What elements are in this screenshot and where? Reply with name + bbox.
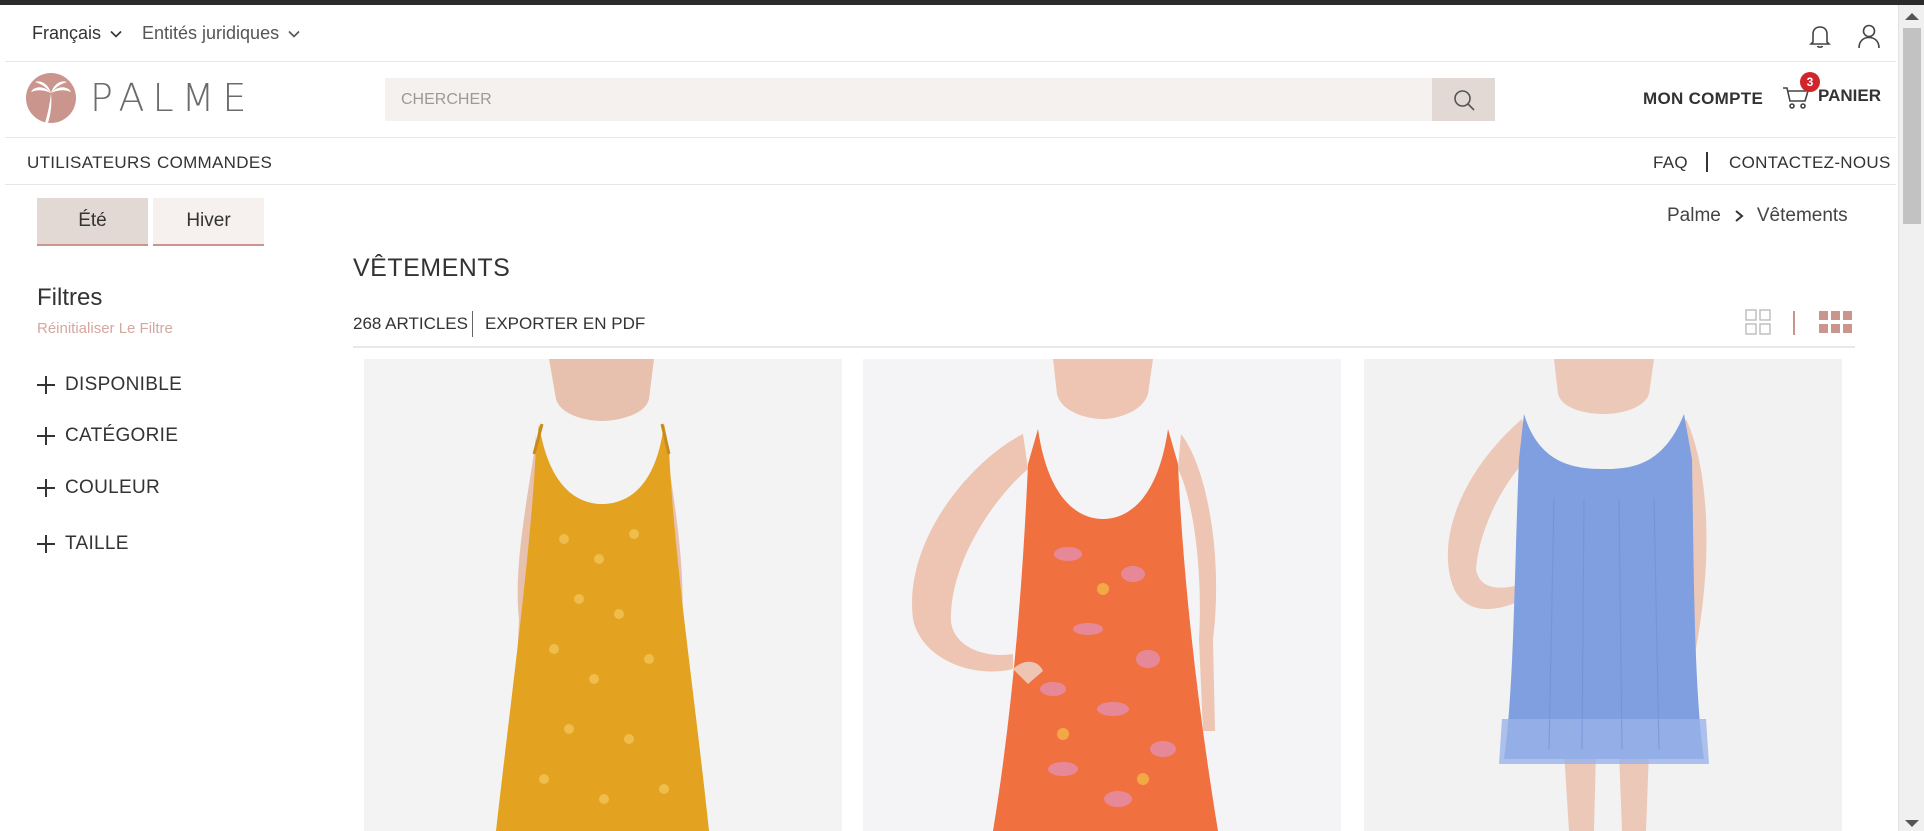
product-card-blue-layered-dress[interactable] [1364, 359, 1842, 831]
chevron-right-icon [1735, 210, 1744, 222]
breadcrumb-home[interactable]: Palme [1667, 205, 1721, 227]
search-button[interactable] [1432, 78, 1495, 121]
listing-toolbar: 268 ARTICLES EXPORTER EN PDF [353, 300, 1855, 348]
search-bar [385, 78, 1495, 121]
grid-view-3-icon[interactable] [1818, 308, 1854, 336]
breadcrumb: Palme Vêtements [1667, 205, 1848, 227]
product-image [863, 359, 1341, 831]
filter-color[interactable]: COULEUR [37, 477, 160, 499]
legal-entities-label: Entités juridiques [142, 23, 280, 43]
reset-filter-link[interactable]: Réinitialiser Le Filtre [37, 320, 173, 337]
filter-category[interactable]: CATÉGORIE [37, 425, 178, 447]
scroll-up-icon[interactable] [1905, 13, 1919, 20]
bell-icon[interactable] [1805, 21, 1835, 51]
palm-tree-icon [26, 73, 76, 123]
filter-label: CATÉGORIE [65, 425, 179, 446]
palme-logo[interactable]: PALME [26, 73, 254, 123]
season-tabs: Été Hiver [37, 198, 264, 246]
page-title: VÊTEMENTS [353, 254, 511, 282]
product-grid [353, 359, 1843, 831]
scroll-down-icon[interactable] [1905, 820, 1919, 827]
product-card-coral-slip-dress[interactable] [863, 359, 1341, 831]
tab-summer[interactable]: Été [37, 198, 148, 246]
language-label: Français [32, 23, 102, 43]
breadcrumb-current: Vêtements [1756, 205, 1848, 226]
user-icon[interactable] [1854, 21, 1884, 51]
nav-orders[interactable]: COMMANDES [157, 153, 272, 173]
legal-entities-dropdown[interactable]: Entités juridiques [142, 23, 301, 44]
chevron-down-icon [288, 30, 300, 38]
search-input[interactable] [385, 78, 1432, 121]
plus-icon [37, 427, 55, 445]
logo-text: PALME [90, 76, 255, 120]
filter-label: TAILLE [65, 533, 129, 554]
plus-icon [37, 376, 55, 394]
product-image [364, 359, 842, 831]
page-scrollbar[interactable] [1898, 5, 1924, 831]
filter-label: DISPONIBLE [65, 374, 183, 395]
tab-winter[interactable]: Hiver [153, 198, 264, 246]
filters-title: Filtres [37, 284, 103, 311]
view-toggle-divider [1793, 311, 1795, 335]
chevron-down-icon [110, 30, 122, 38]
product-card-orange-slip-dress[interactable] [364, 359, 842, 831]
language-dropdown[interactable]: Français [32, 23, 123, 44]
filter-label: COULEUR [65, 477, 161, 498]
search-icon [1453, 89, 1475, 111]
nav-contact[interactable]: CONTACTEZ-NOUS [1729, 153, 1891, 173]
site-header: PALME MON COMPTE 3 PANIER [5, 62, 1896, 138]
toolbar-divider [472, 311, 473, 337]
utility-bar: Français Entités juridiques [5, 5, 1896, 62]
cart-label: PANIER [1818, 86, 1881, 105]
filter-size[interactable]: TAILLE [37, 533, 129, 555]
product-image [1364, 359, 1842, 831]
nav-faq[interactable]: FAQ [1653, 153, 1688, 173]
nav-divider [1706, 152, 1708, 172]
export-pdf-link[interactable]: EXPORTER EN PDF [485, 314, 645, 334]
main-nav: UTILISATEURS COMMANDES FAQ CONTACTEZ-NOU… [5, 138, 1896, 185]
nav-users[interactable]: UTILISATEURS [27, 153, 151, 173]
scrollbar-thumb[interactable] [1903, 28, 1921, 224]
plus-icon [37, 535, 55, 553]
cart-count-badge: 3 [1800, 72, 1820, 92]
cart-button[interactable]: 3 PANIER [1780, 72, 1881, 112]
grid-view-2-icon[interactable] [1744, 308, 1772, 336]
filter-available[interactable]: DISPONIBLE [37, 374, 182, 396]
my-account-link[interactable]: MON COMPTE [1643, 89, 1763, 109]
plus-icon [37, 479, 55, 497]
article-count: 268 ARTICLES [353, 314, 468, 333]
